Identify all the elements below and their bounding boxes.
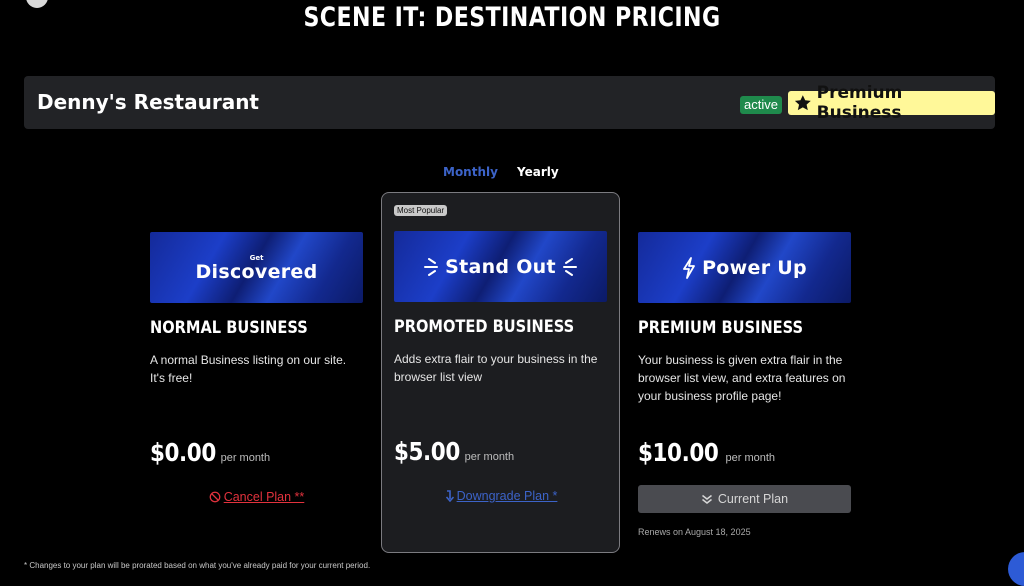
lightning-icon xyxy=(683,256,695,279)
plan-card-promoted: Stand Out PROMOTED BUSINESS Adds extra f… xyxy=(394,231,607,503)
star-icon xyxy=(794,95,811,111)
price-row: $10.00 per month xyxy=(638,438,775,467)
banner-text: Power Up xyxy=(702,256,807,279)
sparkle-left-icon xyxy=(424,257,439,276)
ban-icon xyxy=(209,491,221,503)
plan-description: A normal Business listing on our site. I… xyxy=(150,353,347,385)
price-period: per month xyxy=(464,451,515,463)
price-row: $5.00 per month xyxy=(394,437,514,466)
plan-price: $10.00 xyxy=(638,438,719,467)
plan-name: PROMOTED BUSINESS xyxy=(394,317,575,337)
plan-badge-label: Premium Business xyxy=(816,83,903,123)
banner-text: Stand Out xyxy=(445,255,556,278)
arrow-down-icon xyxy=(445,490,454,502)
tab-monthly[interactable]: Monthly xyxy=(443,165,498,179)
tab-yearly[interactable]: Yearly xyxy=(517,165,559,179)
plan-price: $5.00 xyxy=(394,437,460,466)
plan-banner-discovered: Get Discovered xyxy=(150,232,363,303)
cancel-plan-label: Cancel Plan ** xyxy=(223,490,305,504)
plan-price: $0.00 xyxy=(150,438,216,467)
business-name: Denny's Restaurant xyxy=(37,90,259,114)
page-title: SCENE IT: DESTINATION PRICING xyxy=(303,2,721,33)
banner-text: Discovered xyxy=(195,260,318,283)
price-period: per month xyxy=(220,452,271,464)
chat-help-button[interactable] xyxy=(1008,552,1024,586)
plan-name: PREMIUM BUSINESS xyxy=(638,318,804,338)
plan-name: NORMAL BUSINESS xyxy=(150,318,308,338)
plan-badge: Premium Business xyxy=(788,83,995,123)
plan-card-premium: Power Up PREMIUM BUSINESS Your business … xyxy=(638,232,851,537)
plan-description: Your business is given extra flair in th… xyxy=(638,353,846,403)
price-row: $0.00 per month xyxy=(150,438,270,467)
status-badge: active xyxy=(740,96,782,114)
sparkle-right-icon xyxy=(562,257,577,276)
most-popular-tag: Most Popular xyxy=(394,205,448,216)
downgrade-plan-label: Downgrade Plan * xyxy=(456,489,558,503)
cancel-plan-link[interactable]: Cancel Plan ** xyxy=(150,490,363,504)
current-plan-button[interactable]: Current Plan xyxy=(638,485,851,513)
price-period: per month xyxy=(725,452,776,464)
renewal-date: Renews on August 18, 2025 xyxy=(638,527,751,537)
plan-banner-stand-out: Stand Out xyxy=(394,231,607,302)
double-check-icon xyxy=(701,494,712,504)
business-header: Denny's Restaurant active Premium Busine… xyxy=(24,76,995,129)
plan-banner-power-up: Power Up xyxy=(638,232,851,303)
plan-description: Adds extra flair to your business in the… xyxy=(394,352,598,384)
plan-card-normal: Get Discovered NORMAL BUSINESS A normal … xyxy=(150,232,363,504)
current-plan-label: Current Plan xyxy=(717,492,789,506)
app-logo xyxy=(26,0,48,8)
downgrade-plan-link[interactable]: Downgrade Plan * xyxy=(394,489,607,503)
